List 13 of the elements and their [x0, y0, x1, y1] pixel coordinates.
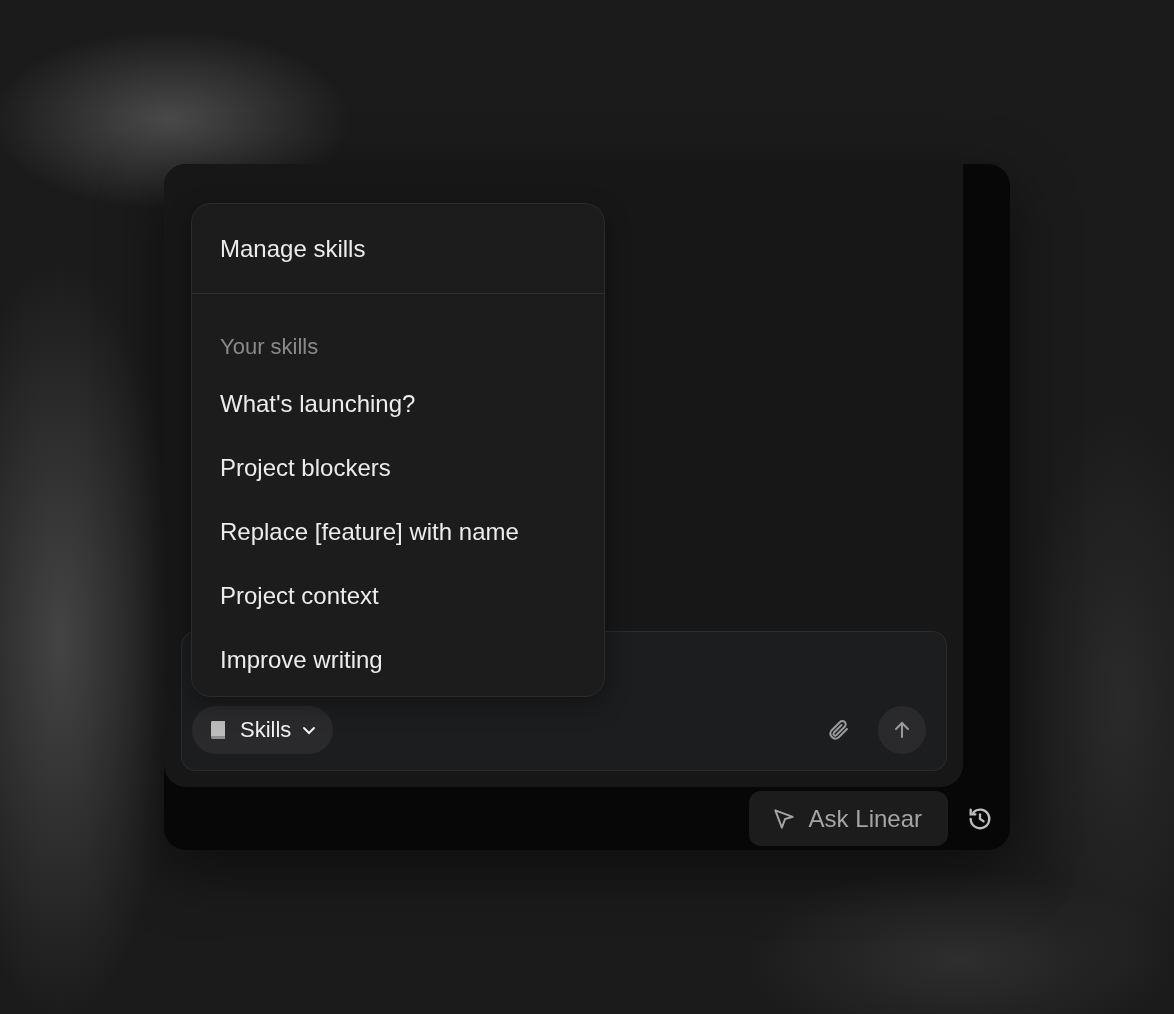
menu-item[interactable]: Replace [feature] with name — [192, 500, 604, 564]
menu-item[interactable]: Project blockers — [192, 436, 604, 500]
attach-button[interactable] — [826, 718, 850, 742]
section-label: Your skills — [219, 333, 320, 361]
menu-item[interactable]: Manage skills — [192, 204, 604, 293]
paperclip-icon — [826, 718, 850, 742]
menu-item[interactable]: Improve writing — [192, 628, 604, 692]
send-button[interactable] — [878, 706, 926, 754]
menu-item[interactable]: Project context — [192, 564, 604, 628]
menu-item[interactable]: What's launching? — [192, 372, 604, 436]
arrow-up-icon — [892, 720, 912, 740]
skills-button[interactable]: Skills — [192, 706, 334, 754]
ask-button[interactable]: Ask Linear — [748, 791, 948, 846]
